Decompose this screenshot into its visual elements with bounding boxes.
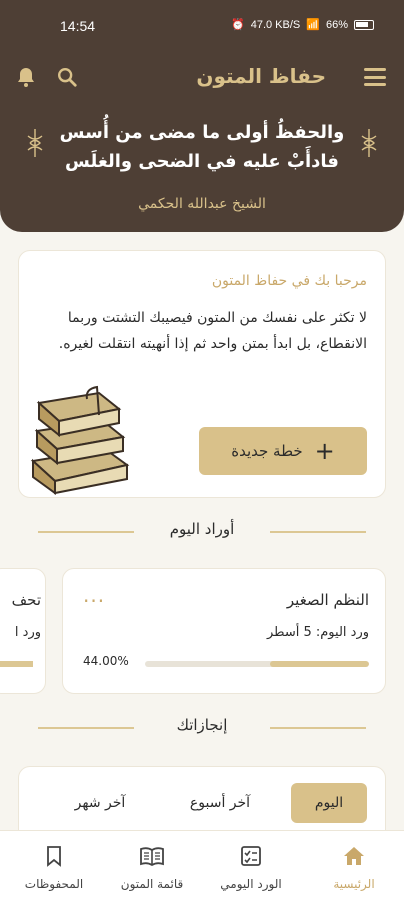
achievements-heading: إنجازاتك — [0, 716, 404, 740]
status-time: 14:54 — [60, 18, 96, 34]
nav-daily-wird[interactable]: الورد اليومي — [201, 845, 301, 892]
wird-next-progress — [0, 661, 33, 667]
open-book-icon — [140, 847, 164, 867]
ornament-left-icon — [27, 129, 43, 157]
nav-daily-label: الورد اليومي — [220, 877, 282, 891]
wird-card-next[interactable]: تحف ورد ا — [0, 568, 46, 694]
wifi-icon: 📶 — [306, 19, 320, 31]
nav-home-label: الرئيسية — [333, 877, 375, 891]
quote: والحفظُ أولى ما مضى من أُسس فادأَبْ عليه… — [50, 118, 354, 176]
bottom-nav: الرئيسية الورد اليومي قائمة المتون المحف… — [0, 830, 404, 900]
wird-card[interactable]: النظم الصغير ··· ورد اليوم: 5 أسطر 44.00… — [62, 568, 386, 694]
nav-home[interactable]: الرئيسية — [304, 845, 404, 892]
battery-percent: 66% — [325, 18, 348, 31]
wird-next-subtitle: ورد ا — [14, 625, 41, 640]
nav-texts-list[interactable]: قائمة المتون — [102, 845, 202, 892]
alarm-icon: ⏰ — [231, 19, 245, 31]
welcome-card: مرحبا بك في حفاظ المتون لا تكثر على نفسك… — [18, 250, 386, 498]
bell-icon[interactable] — [14, 65, 38, 89]
home-icon — [344, 847, 364, 865]
tab-today[interactable]: اليوم — [291, 783, 367, 823]
new-plan-label: خطة جديدة — [231, 442, 303, 460]
wird-title: النظم الصغير — [286, 591, 369, 609]
more-icon[interactable]: ··· — [83, 589, 105, 613]
nav-list-label: قائمة المتون — [120, 877, 184, 891]
progress-bar — [145, 661, 369, 667]
quote-line-2: فادأَبْ عليه في الضحى والغلَس — [65, 151, 339, 172]
search-icon[interactable] — [56, 66, 78, 88]
ornament-right-icon — [361, 129, 377, 157]
progress-fill — [270, 661, 369, 667]
app-title: حفاظ المتون — [196, 64, 326, 88]
net-speed: 47.0 KB/S — [250, 18, 301, 31]
achievements-title: إنجازاتك — [176, 716, 228, 734]
bookmark-icon — [47, 846, 61, 867]
wird-next-title: تحف — [11, 591, 41, 609]
tab-last-month[interactable]: آخر شهر — [55, 783, 145, 823]
new-plan-button[interactable]: خطة جديدة + — [199, 427, 367, 475]
checklist-icon — [241, 846, 261, 866]
tab-last-week[interactable]: آخر أسبوع — [175, 783, 265, 823]
header: 14:54 ⏰ 47.0 KB/S 📶 66% حفاظ المتون والح… — [0, 0, 404, 232]
nav-saved-label: المحفوظات — [24, 877, 84, 891]
books-illustration — [30, 385, 130, 495]
battery-icon — [354, 19, 374, 30]
nav-saved[interactable]: المحفوظات — [4, 845, 104, 892]
quote-author: الشيخ عبدالله الحكمي — [138, 196, 266, 212]
quote-line-1: والحفظُ أولى ما مضى من أُسس — [59, 122, 345, 143]
welcome-text: لا تكثر على نفسك من المتون فيصيبك التشتت… — [58, 310, 367, 352]
plus-icon: + — [314, 437, 335, 465]
daily-wird-title: أوراد اليوم — [169, 520, 235, 538]
welcome-title: مرحبا بك في حفاظ المتون — [211, 273, 367, 289]
status-bar: 14:54 ⏰ 47.0 KB/S 📶 66% — [0, 0, 404, 52]
progress-label: 44.00% — [83, 654, 129, 668]
app-bar: حفاظ المتون — [0, 60, 404, 96]
menu-icon[interactable] — [364, 68, 386, 86]
status-icons: ⏰ 47.0 KB/S 📶 66% — [231, 18, 374, 31]
wird-subtitle: ورد اليوم: 5 أسطر — [266, 625, 369, 640]
daily-wird-heading: أوراد اليوم — [0, 520, 404, 544]
